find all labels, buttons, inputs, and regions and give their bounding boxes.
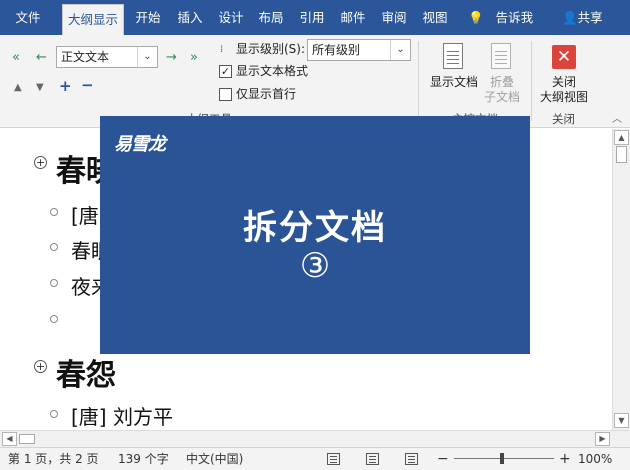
zoom-slider-track[interactable] [454, 458, 554, 459]
show-level-value: 所有级别 [312, 43, 361, 57]
person-icon: 👤 [562, 10, 578, 25]
zoom-out-button[interactable]: − [437, 448, 449, 470]
expand-heading-icon[interactable]: + [34, 156, 47, 169]
show-text-format-label: 显示文本格式 [236, 64, 309, 78]
move-down-icon[interactable]: ▼ [36, 81, 44, 95]
tab-home[interactable]: 开始 [130, 0, 166, 35]
horizontal-scrollbar[interactable]: ◀ ▶ [0, 430, 630, 447]
word-count[interactable]: 139 个字 [118, 448, 169, 470]
bullet-icon [50, 208, 58, 216]
share-button[interactable]: 👤共享 [562, 0, 603, 35]
show-document-icon [443, 43, 463, 69]
horizontal-scroll-thumb[interactable] [19, 434, 35, 444]
close-outline-label-1: 关闭 [551, 75, 576, 89]
scroll-right-icon[interactable]: ▶ [595, 432, 610, 446]
tab-outline[interactable]: 大纲显示 [62, 4, 124, 35]
language-indicator[interactable]: 中文(中国) [186, 448, 243, 470]
chevron-down-icon: ⌄ [137, 47, 157, 67]
expand-icon[interactable]: + [59, 79, 72, 94]
lightbulb-icon: 💡 [468, 10, 484, 25]
collapse-ribbon-icon[interactable]: ︿ [612, 113, 622, 127]
tab-view[interactable]: 视图 [417, 0, 453, 35]
move-up-icon[interactable]: ▲ [14, 81, 22, 95]
ribbon-separator [418, 41, 419, 121]
close-outline-view-button[interactable]: 关闭 大纲视图 [536, 75, 592, 105]
ribbon-panel: « ← 正文文本 ⌄ → » ▲ ▼ + − ⁞ 显示级别(S): 所有级别 ⌄… [0, 35, 630, 128]
bullet-icon [50, 315, 58, 323]
collapse-subdocuments-label-2: 子文档 [483, 90, 520, 104]
demote-icon[interactable]: → [166, 51, 177, 65]
ribbon-tab-bar: 文件 大纲显示 开始 插入 设计 布局 引用 邮件 审阅 视图 💡 告诉我 👤共… [0, 0, 630, 35]
scroll-down-icon[interactable]: ▼ [614, 413, 629, 428]
overlay-step-number: ③ [299, 246, 331, 286]
tab-references[interactable]: 引用 [294, 0, 330, 35]
bullet-icon [50, 243, 58, 251]
close-group-label: 关闭 [552, 112, 575, 126]
tab-mailings[interactable]: 邮件 [335, 0, 371, 35]
print-layout-icon[interactable] [366, 453, 379, 465]
zoom-level[interactable]: 100% [578, 448, 612, 470]
brand-logo: 易雪龙 [114, 134, 166, 155]
body-line-5: [唐] 刘方平 [71, 405, 173, 429]
status-bar: 第 1 页，共 2 页 139 个字 中文(中国) − + 100% [0, 447, 630, 470]
tab-review[interactable]: 审阅 [376, 0, 412, 35]
show-text-format-checkbox[interactable]: ✓ [219, 65, 232, 78]
expand-heading-icon[interactable]: + [34, 360, 47, 373]
vertical-scroll-thumb[interactable] [616, 146, 627, 163]
title-overlay: 易雪龙 拆分文档 ③ [100, 116, 530, 354]
share-label: 共享 [577, 10, 603, 25]
show-first-line-only-label: 仅显示首行 [236, 87, 297, 101]
tab-layout[interactable]: 布局 [253, 0, 289, 35]
bullet-icon [50, 410, 58, 418]
tell-me-label: 告诉我 [495, 10, 534, 25]
show-first-line-only-checkbox[interactable] [219, 88, 232, 101]
demote-to-body-text-icon[interactable]: » [190, 51, 198, 65]
close-outline-view-icon: ✕ [552, 45, 576, 69]
tab-design[interactable]: 设计 [213, 0, 249, 35]
outline-level-select[interactable]: 正文文本 ⌄ [56, 46, 158, 68]
outline-level-value: 正文文本 [61, 50, 110, 64]
ribbon-separator [531, 41, 532, 121]
show-level-icon: ⁞ [220, 44, 224, 55]
zoom-slider-thumb[interactable] [500, 453, 504, 464]
promote-to-heading1-icon[interactable]: « [12, 51, 20, 65]
collapse-subdocuments-icon [491, 43, 511, 69]
zoom-in-button[interactable]: + [559, 448, 571, 470]
chevron-down-icon: ⌄ [390, 40, 410, 60]
scroll-left-icon[interactable]: ◀ [2, 432, 17, 446]
tell-me-box[interactable]: 💡 告诉我 [468, 0, 533, 35]
web-layout-icon[interactable] [405, 453, 418, 465]
promote-icon[interactable]: ← [36, 51, 47, 65]
bullet-icon [50, 279, 58, 287]
tab-insert[interactable]: 插入 [172, 0, 208, 35]
close-outline-label-2: 大纲视图 [539, 90, 588, 104]
vertical-scrollbar[interactable]: ▲ ▼ [612, 129, 630, 430]
show-level-select[interactable]: 所有级别 ⌄ [307, 39, 411, 61]
collapse-icon[interactable]: − [81, 78, 94, 93]
show-document-button[interactable]: 显示文档 [426, 75, 482, 90]
collapse-subdocuments-button[interactable]: 折叠 子文档 [480, 75, 524, 105]
show-level-label: 显示级别(S): [236, 42, 306, 56]
overlay-title: 拆分文档 [243, 208, 387, 248]
read-mode-icon[interactable] [327, 453, 340, 465]
scroll-up-icon[interactable]: ▲ [614, 130, 629, 145]
collapse-subdocuments-label-1: 折叠 [489, 75, 514, 89]
page-count[interactable]: 第 1 页，共 2 页 [8, 448, 99, 470]
tab-file[interactable]: 文件 [8, 0, 48, 35]
heading-2: 春怨 [56, 358, 116, 393]
